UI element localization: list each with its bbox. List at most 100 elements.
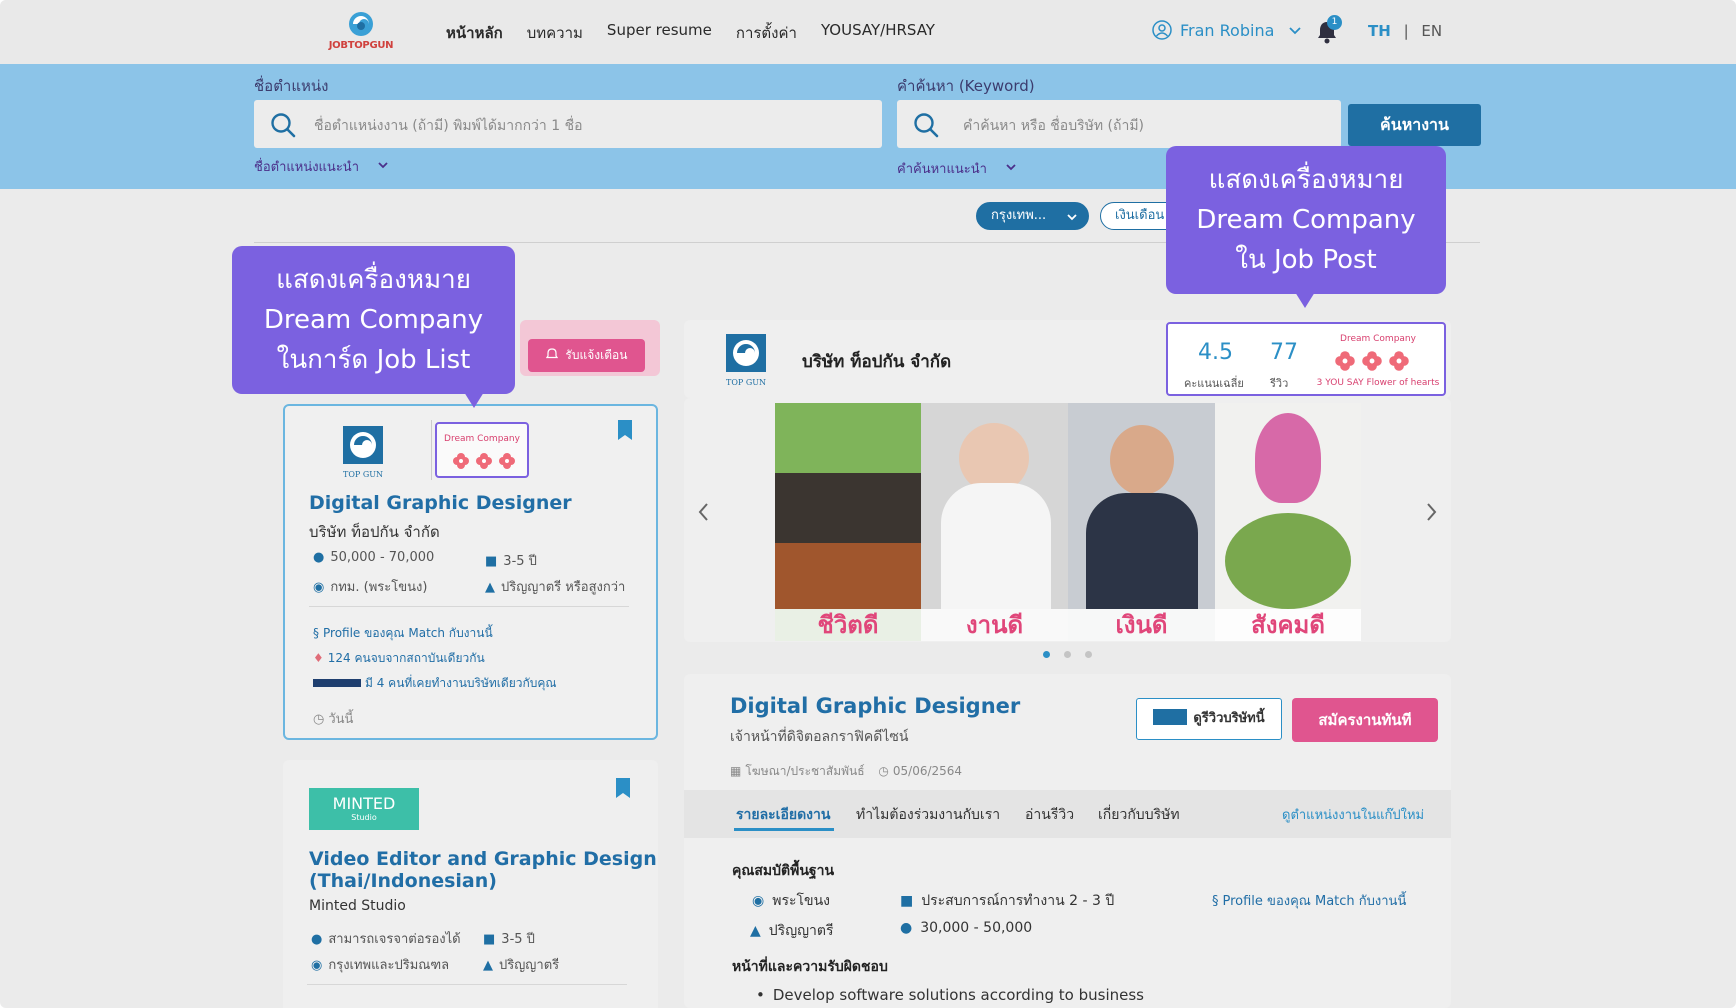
match-icon: § bbox=[1212, 894, 1219, 909]
tab-why-join[interactable]: ทำไมต้องร่วมงานกับเรา bbox=[856, 804, 1000, 826]
tab-about-company[interactable]: เกี่ยวกับบริษัท bbox=[1098, 804, 1180, 826]
apply-now-button[interactable]: สมัครงานทันที bbox=[1292, 698, 1438, 742]
clock-icon: ◷ bbox=[878, 764, 889, 778]
active-tab-indicator bbox=[734, 828, 834, 831]
user-name: Fran Robina bbox=[1180, 20, 1275, 40]
money-bag-icon: ● bbox=[313, 550, 325, 565]
bookmark-icon[interactable] bbox=[618, 420, 632, 440]
callout-job-list: แสดงเครื่องหมาย Dream Company ในการ์ด Jo… bbox=[232, 246, 515, 408]
divider bbox=[307, 984, 627, 985]
review-label: รีวิว bbox=[1270, 377, 1289, 390]
nav-articles[interactable]: บทความ bbox=[527, 21, 583, 45]
flower-of-hearts-icon bbox=[476, 453, 492, 469]
search-jobs-button[interactable]: ค้นหางาน bbox=[1348, 104, 1481, 146]
dream-company-sublabel: 3 YOU SAY Flower of hearts bbox=[1316, 378, 1440, 388]
view-company-reviews-button[interactable]: ดูรีวิวบริษัทนี้ bbox=[1136, 698, 1282, 740]
education: ▲ ปริญญาตรี bbox=[483, 958, 560, 973]
pin-icon: ◉ bbox=[311, 958, 323, 973]
basic-qualifications-title: คุณสมบัติพื้นฐาน bbox=[732, 863, 835, 879]
nav-super-resume[interactable]: Super resume bbox=[607, 21, 712, 45]
logo-text: JOBTOPGUN bbox=[328, 40, 394, 51]
graduation-cap-icon: ▲ bbox=[485, 580, 495, 595]
jobtopgun-logo[interactable]: JOBTOPGUN bbox=[328, 10, 394, 56]
post-profile-match: § Profile ของคุณ Match กับงานนี้ bbox=[1212, 894, 1407, 909]
post-category: ▦ โฆษณา/ประชาสัมพันธ์ ◷ 05/06/2564 bbox=[730, 764, 963, 778]
app-frame: JOBTOPGUN หน้าหลัก บทความ Super resume ก… bbox=[0, 0, 1736, 1008]
education: ▲ ปริญญาตรี หรือสูงกว่า bbox=[485, 580, 626, 595]
top-navbar: JOBTOPGUN หน้าหลัก บทความ Super resume ก… bbox=[0, 0, 1736, 64]
bookmark-icon[interactable] bbox=[616, 778, 630, 798]
photo-good-pay: เงินดี bbox=[1068, 403, 1215, 641]
job-title-line2[interactable]: (Thai/Indonesian) bbox=[309, 870, 497, 892]
position-suggest-dropdown[interactable]: ชื่อตำแหน่งแนะนำ bbox=[254, 156, 389, 177]
chevron-left-icon[interactable] bbox=[696, 500, 712, 524]
position-label: ชื่อตำแหน่ง bbox=[254, 77, 329, 95]
briefcase-icon: ■ bbox=[483, 932, 496, 947]
rating-value: 4.5 bbox=[1198, 340, 1233, 365]
keyword-search-input[interactable]: คำค้นหา หรือ ชื่อบริษัท (ถ้ามี) bbox=[897, 100, 1341, 148]
experience: ■ 3-5 ปี bbox=[485, 554, 537, 569]
chevron-right-icon[interactable] bbox=[1423, 500, 1439, 524]
position-search-input[interactable]: ชื่อตำแหน่งงาน (ถ้ามี) พิมพ์ได้มากกว่า 1… bbox=[254, 100, 882, 148]
alert-button[interactable]: รับแจ้งเตือน bbox=[528, 339, 645, 372]
job-title[interactable]: Digital Graphic Designer bbox=[309, 492, 572, 514]
chevron-down-icon bbox=[1067, 214, 1077, 221]
nav-yousay-hrsay[interactable]: YOUSAY/HRSAY bbox=[821, 21, 935, 45]
photo-good-work: งานดี bbox=[921, 403, 1068, 641]
duty-item: • Develop software solutions according to… bbox=[756, 986, 1144, 1004]
briefcase-icon: ■ bbox=[900, 893, 914, 909]
keyword-label: คำค้นหา (Keyword) bbox=[897, 77, 1035, 95]
company-tag-icon bbox=[313, 679, 361, 687]
post-job-title: Digital Graphic Designer bbox=[730, 694, 1021, 718]
building-icon: ▦ bbox=[730, 764, 742, 778]
lang-en[interactable]: EN bbox=[1421, 22, 1442, 40]
topgun-logo-icon bbox=[343, 426, 383, 464]
lang-th[interactable]: TH bbox=[1368, 22, 1391, 40]
basic-salary: ● 30,000 - 50,000 bbox=[900, 920, 1033, 936]
dream-company-label: Dream Company bbox=[1340, 334, 1416, 344]
job-card-video-editor[interactable]: MINTED Studio Video Editor and Graphic D… bbox=[283, 760, 658, 1008]
yousay-hrsay-icon bbox=[1153, 709, 1188, 725]
location-filter[interactable]: กรุงเทพ... bbox=[976, 202, 1089, 230]
flower-of-hearts-icon bbox=[499, 453, 515, 469]
post-job-subtitle: เจ้าหน้าที่ดิจิตอลกราฟิคดีไซน์ bbox=[730, 729, 909, 745]
topgun-logo: TOP GUN bbox=[341, 426, 385, 479]
carousel-dot[interactable] bbox=[1064, 651, 1071, 658]
dream-company-rating-box: 4.5 คะแนนเฉลี่ย 77 รีวิว Dream Company 3… bbox=[1166, 322, 1446, 396]
nav-home[interactable]: หน้าหลัก bbox=[446, 21, 503, 45]
bell-icon bbox=[545, 348, 558, 359]
search-icon bbox=[271, 113, 296, 138]
tab-reviews[interactable]: อ่านรีวิว bbox=[1025, 804, 1074, 826]
flower-of-hearts-icon bbox=[1362, 351, 1382, 371]
job-card-digital-graphic-designer[interactable]: TOP GUN Dream Company Digital Graphic De… bbox=[283, 404, 658, 740]
flower-of-hearts-icon bbox=[1335, 351, 1355, 371]
carousel-dot-active[interactable] bbox=[1043, 651, 1050, 658]
photo-good-life: ชีวิตดี bbox=[775, 403, 921, 641]
carousel-dot[interactable] bbox=[1085, 651, 1092, 658]
keyword-placeholder: คำค้นหา หรือ ชื่อบริษัท (ถ้ามี) bbox=[963, 118, 1145, 134]
language-switch: TH | EN bbox=[1368, 22, 1443, 40]
job-title-line1[interactable]: Video Editor and Graphic Design bbox=[309, 848, 657, 870]
minted-logo: MINTED Studio bbox=[309, 788, 419, 830]
user-icon bbox=[1152, 20, 1172, 40]
user-menu[interactable]: Fran Robina bbox=[1152, 20, 1302, 40]
match-icon: § bbox=[313, 626, 319, 640]
location: ◉ กทม. (พระโขนง) bbox=[313, 580, 428, 595]
post-company-name[interactable]: บริษัท ท็อปกัน จำกัด bbox=[802, 348, 951, 375]
chevron-down-icon bbox=[1006, 164, 1016, 171]
nav-settings[interactable]: การตั้งค่า bbox=[736, 21, 797, 45]
position-placeholder: ชื่อตำแหน่งงาน (ถ้ามี) พิมพ์ได้มากกว่า 1… bbox=[314, 118, 583, 134]
open-in-new-tab-link[interactable]: ดูตำแหน่งงานในแก๊ปใหม่ bbox=[1282, 804, 1424, 825]
company-name: Minted Studio bbox=[309, 898, 406, 914]
flower-of-hearts-icon bbox=[453, 453, 469, 469]
basic-experience: ■ ประสบการณ์การทำงาน 2 - 3 ปี bbox=[900, 893, 1115, 909]
pin-icon: ◉ bbox=[313, 580, 325, 595]
keyword-suggest-dropdown[interactable]: คำค้นหาแนะนำ bbox=[897, 158, 1017, 179]
posted-time: ◷ วันนี้ bbox=[313, 712, 354, 727]
money-bag-icon: ● bbox=[311, 932, 323, 947]
location: ◉ กรุงเทพและปริมณฑล bbox=[311, 958, 450, 973]
topgun-logo-icon bbox=[726, 334, 766, 372]
shield-icon: ♦ bbox=[313, 651, 324, 665]
tab-job-details[interactable]: รายละเอียดงาน bbox=[736, 804, 830, 826]
notification-badge: 1 bbox=[1327, 15, 1342, 30]
